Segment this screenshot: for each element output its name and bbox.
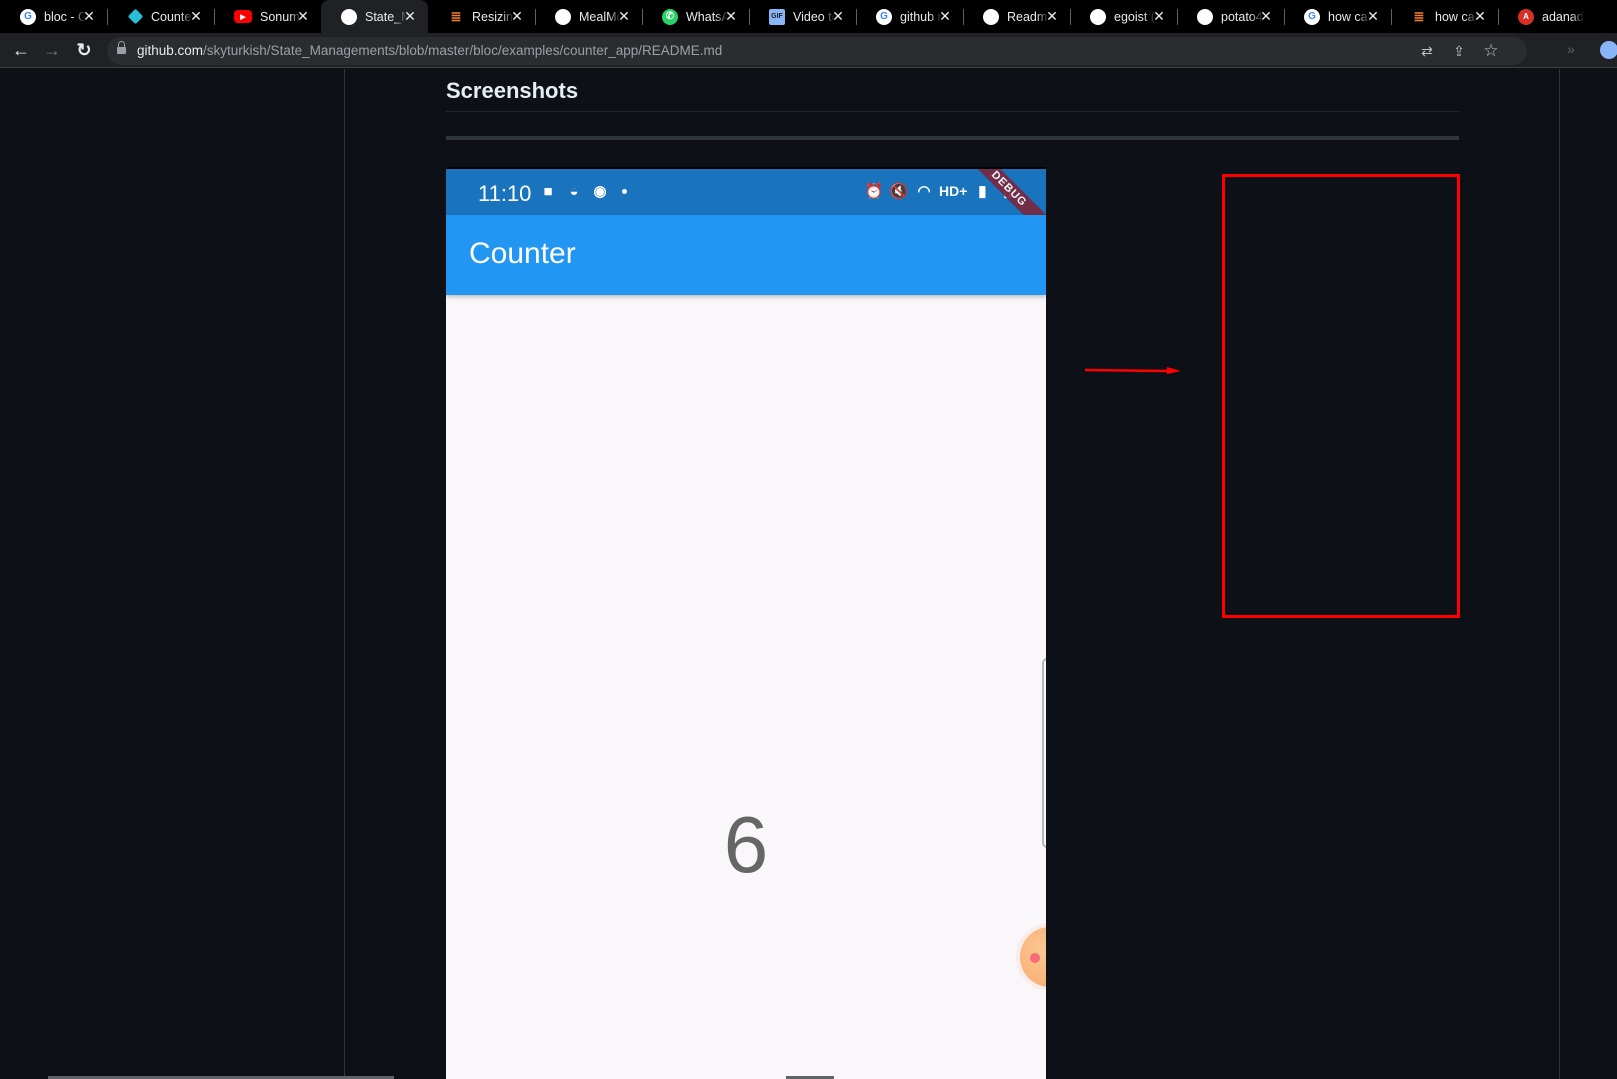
browser-tab[interactable]: Ggithub readme✕ xyxy=(856,0,964,33)
tab-title: Video to GIF xyxy=(793,9,835,24)
github-readme-page: Screenshots 11:10 ■ ◒ ◉ ⏰ 🔇 ◠ HD+ ▮ ▯ DE… xyxy=(0,69,1617,1079)
network-type-label: HD+ xyxy=(939,183,968,199)
browser-tab[interactable]: ≣ how can ✕ xyxy=(1391,0,1499,33)
google-icon: G xyxy=(876,8,892,25)
horizontal-rule xyxy=(446,136,1459,140)
browser-tab[interactable]: potato4d✕ xyxy=(1177,0,1285,33)
stackoverflow-icon: ≣ xyxy=(450,8,462,24)
close-tab-icon[interactable]: ✕ xyxy=(188,8,204,24)
whatsapp-icon: ✆ xyxy=(662,8,678,25)
alarm-icon: ⏰ xyxy=(864,183,884,200)
tab-title: Counter xyxy=(151,9,193,24)
tab-title: egoist (egoist) xyxy=(1114,9,1156,24)
close-tab-icon[interactable]: ✕ xyxy=(1365,8,1381,24)
extension-search-icon[interactable] xyxy=(1600,41,1617,59)
annotation-empty-box xyxy=(1222,174,1460,618)
reload-button[interactable]: ↻ xyxy=(72,38,96,62)
cube-icon xyxy=(127,9,143,25)
url-text[interactable]: github.com/skyturkish/State_Managements/… xyxy=(137,43,722,58)
github-icon xyxy=(341,8,357,25)
stackoverflow-icon: ≣ xyxy=(1413,8,1425,24)
android-status-bar: 11:10 ■ ◒ ◉ ⏰ 🔇 ◠ HD+ ▮ ▯ DEBUG xyxy=(446,169,1046,248)
app-bar: Counter xyxy=(446,215,1046,295)
youtube-icon: ▶ xyxy=(234,10,252,23)
browser-tab[interactable]: Gbloc - Google✕ xyxy=(0,0,108,33)
wifi-icon: ◠ xyxy=(917,183,931,200)
arrow-shaft xyxy=(1085,368,1170,373)
right-column-divider xyxy=(1559,69,1560,1079)
share-icon[interactable]: ⇪ xyxy=(1449,41,1469,61)
github-icon xyxy=(1197,8,1213,25)
close-tab-icon[interactable]: ✕ xyxy=(723,8,739,24)
browser-tab[interactable]: Counter ✕ xyxy=(107,0,215,33)
close-tab-icon[interactable]: ✕ xyxy=(616,8,632,24)
tab-strip: Gbloc - Google✕Counter✕▶Sonumuz✕State_Ma… xyxy=(0,0,1617,33)
close-tab-icon[interactable]: ✕ xyxy=(830,8,846,24)
video-gif-icon: GIF xyxy=(769,8,785,25)
annotation-arrow xyxy=(1085,367,1181,374)
counter-value: 6 xyxy=(723,800,769,889)
bookmark-star-icon[interactable]: ☆ xyxy=(1481,41,1501,61)
tab-title: State_Managements xyxy=(365,9,407,24)
browser-tab[interactable]: Ghow can ✕ xyxy=(1284,0,1392,33)
browser-toolbar: ← → ↻ github.com/skyturkish/State_Manage… xyxy=(0,33,1617,68)
left-column-divider xyxy=(344,69,345,1079)
url-host: github.com xyxy=(137,43,204,58)
forward-button[interactable]: → xyxy=(40,38,64,62)
translate-icon[interactable]: ⇄ xyxy=(1417,41,1437,61)
gamepad-icon: ◒ xyxy=(569,182,579,200)
heading-underline xyxy=(446,111,1459,112)
tab-title: Readme xyxy=(1007,9,1049,24)
close-tab-icon[interactable]: ✕ xyxy=(295,8,311,24)
status-time: 11:10 xyxy=(478,181,532,206)
close-tab-icon[interactable]: ✕ xyxy=(402,8,418,24)
close-tab-icon[interactable]: ✕ xyxy=(1044,8,1060,24)
tab-title: Resizing xyxy=(472,9,514,24)
floating-bubble-icon xyxy=(1020,927,1046,987)
tab-title: github readme xyxy=(900,9,942,24)
tab-title: MealMonkey xyxy=(579,9,621,24)
google-icon: G xyxy=(20,8,36,25)
browser-tab[interactable]: ▶Sonumuz✕ xyxy=(214,0,321,33)
tab-title: bloc - Google xyxy=(44,9,86,24)
tab-title: WhatsApp xyxy=(686,9,728,24)
app-screenshot: 11:10 ■ ◒ ◉ ⏰ 🔇 ◠ HD+ ▮ ▯ DEBUG Counter … xyxy=(446,167,1046,1079)
browser-tab[interactable]: Readme✕ xyxy=(963,0,1071,33)
back-button[interactable]: ← xyxy=(9,38,33,62)
notification-dot-icon xyxy=(622,188,627,194)
signal-icon: ▮ xyxy=(978,183,987,200)
google-icon: G xyxy=(1304,8,1320,25)
stopwatch-icon: ◉ xyxy=(593,183,607,200)
close-tab-icon[interactable]: ✕ xyxy=(1472,8,1488,24)
tab-title: how can xyxy=(1328,9,1370,24)
browser-tab[interactable]: Aadanadam xyxy=(1498,0,1605,33)
mute-icon: 🔇 xyxy=(889,183,909,200)
close-tab-icon[interactable]: ✕ xyxy=(1258,8,1274,24)
browser-tab[interactable]: ≣ Resizing✕ xyxy=(428,0,536,33)
browser-tab[interactable]: GIF Video to GIF✕ xyxy=(749,0,857,33)
video-camera-icon: ■ xyxy=(543,182,553,200)
github-icon xyxy=(555,8,571,25)
browser-tab[interactable]: egoist (egoist)✕ xyxy=(1070,0,1178,33)
github-icon xyxy=(1090,8,1106,25)
arrow-head xyxy=(1167,367,1181,374)
tab-title: how can xyxy=(1435,9,1477,24)
lock-icon[interactable] xyxy=(117,41,126,56)
browser-tab[interactable]: MealMonkey✕ xyxy=(535,0,643,33)
avatar-icon: A xyxy=(1518,8,1534,25)
url-path: /skyturkish/State_Managements/blob/maste… xyxy=(203,43,723,58)
browser-tab[interactable]: State_Managements✕ xyxy=(321,0,428,33)
tab-title: adanadam xyxy=(1542,9,1584,24)
tab-title: potato4d xyxy=(1221,9,1263,24)
close-tab-icon[interactable]: ✕ xyxy=(1151,8,1167,24)
close-tab-icon[interactable]: ✕ xyxy=(937,8,953,24)
address-bar[interactable]: github.com/skyturkish/State_Managements/… xyxy=(107,37,1527,65)
section-heading-screenshots: Screenshots xyxy=(446,78,579,103)
close-tab-icon[interactable]: ✕ xyxy=(81,8,97,24)
github-icon xyxy=(983,8,999,25)
close-tab-icon[interactable]: ✕ xyxy=(509,8,525,24)
browser-tab[interactable]: ✆ WhatsApp✕ xyxy=(642,0,750,33)
extensions-chevron-icon[interactable]: » xyxy=(1567,41,1575,57)
app-bar-title: Counter xyxy=(469,237,576,270)
